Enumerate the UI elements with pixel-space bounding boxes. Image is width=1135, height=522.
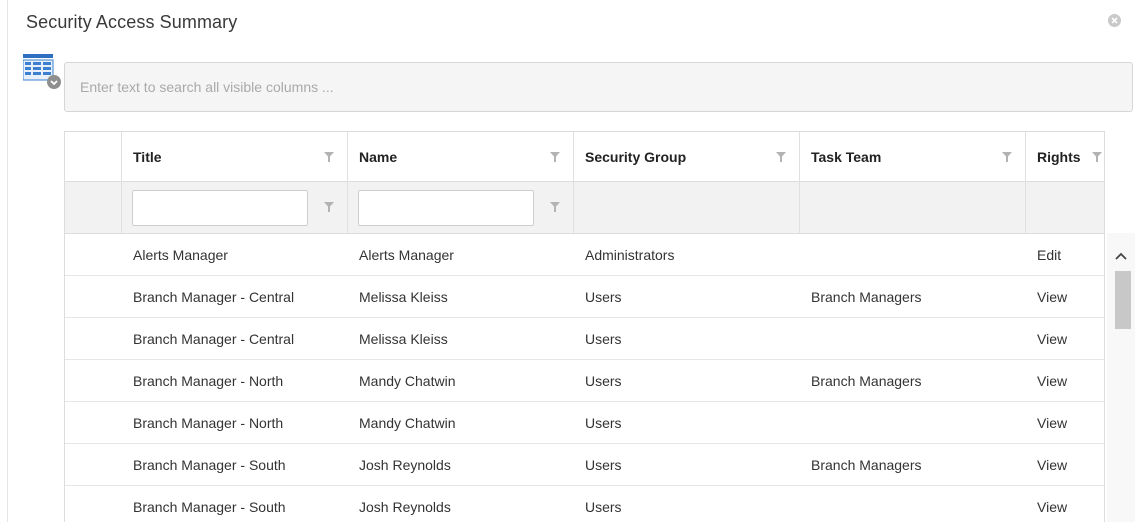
cell-task-team <box>800 234 1026 275</box>
cell-title: Branch Manager - South <box>133 498 286 515</box>
column-header-label: Name <box>359 148 398 165</box>
filter-icon[interactable] <box>1092 152 1102 162</box>
table-row[interactable]: Branch Manager - South Josh Reynolds Use… <box>65 486 1104 522</box>
cell-name: Josh Reynolds <box>359 456 451 473</box>
row-selector <box>65 360 122 401</box>
filter-icon[interactable] <box>324 202 334 212</box>
name-filter-input[interactable] <box>358 190 534 226</box>
column-header-title[interactable]: Title <box>122 132 348 181</box>
scrollbar-thumb[interactable] <box>1115 271 1131 329</box>
cell-rights: View <box>1037 372 1068 389</box>
cell-task-team: Branch Managers <box>811 372 922 389</box>
column-header-label: Task Team <box>811 148 882 165</box>
column-header-label: Title <box>133 148 162 165</box>
column-header-security-group[interactable]: Security Group <box>574 132 800 181</box>
filter-cell-name <box>348 182 574 233</box>
cell-security-group: Users <box>585 498 622 515</box>
column-header-label: Rights <box>1037 148 1081 165</box>
cell-rights: Edit <box>1037 246 1062 263</box>
dialog-title: Security Access Summary <box>26 12 238 32</box>
filter-icon[interactable] <box>776 152 786 162</box>
title-filter-input[interactable] <box>132 190 308 226</box>
column-header-task-team[interactable]: Task Team <box>800 132 1026 181</box>
cell-rights: View <box>1037 456 1068 473</box>
cell-name: Josh Reynolds <box>359 498 451 515</box>
table-row[interactable]: Branch Manager - North Mandy Chatwin Use… <box>65 402 1104 444</box>
cell-title: Branch Manager - Central <box>133 330 295 347</box>
row-selector <box>65 276 122 317</box>
table-row[interactable]: Alerts Manager Alerts Manager Administra… <box>65 234 1104 276</box>
cell-security-group: Administrators <box>585 246 675 263</box>
vertical-scrollbar[interactable] <box>1107 233 1135 522</box>
table-row[interactable]: Branch Manager - South Josh Reynolds Use… <box>65 444 1104 486</box>
cell-title: Branch Manager - North <box>133 372 284 389</box>
search-box[interactable] <box>64 62 1133 112</box>
column-header-rights[interactable]: Rights <box>1026 132 1104 181</box>
filter-icon[interactable] <box>550 152 560 162</box>
search-input[interactable] <box>65 63 1132 111</box>
cell-rights: View <box>1037 330 1068 347</box>
cell-title: Alerts Manager <box>133 246 228 263</box>
cell-name: Melissa Kleiss <box>359 330 448 347</box>
cell-rights: View <box>1037 288 1068 305</box>
cell-name: Mandy Chatwin <box>359 372 456 389</box>
cell-rights: View <box>1037 498 1068 515</box>
cell-task-team <box>800 402 1026 443</box>
table-row[interactable]: Branch Manager - North Mandy Chatwin Use… <box>65 360 1104 402</box>
filter-cell-title <box>122 182 348 233</box>
cell-security-group: Users <box>585 456 622 473</box>
cell-title: Branch Manager - North <box>133 414 284 431</box>
header-row: Title Name Security Group Task Team Righ… <box>65 132 1104 182</box>
cell-security-group: Users <box>585 414 622 431</box>
cell-name: Mandy Chatwin <box>359 414 456 431</box>
filter-icon[interactable] <box>550 202 560 212</box>
row-selector <box>65 486 122 522</box>
cell-title: Branch Manager - South <box>133 456 286 473</box>
filter-cell-empty <box>65 182 122 233</box>
column-header-name[interactable]: Name <box>348 132 574 181</box>
table-row[interactable]: Branch Manager - Central Melissa Kleiss … <box>65 276 1104 318</box>
grid-menu-icon <box>22 54 61 89</box>
close-button[interactable] <box>1108 14 1121 27</box>
cell-task-team <box>800 318 1026 359</box>
close-icon <box>1111 17 1118 24</box>
header-selector <box>65 132 122 181</box>
cell-security-group: Users <box>585 288 622 305</box>
row-selector <box>65 234 122 275</box>
chevron-up-icon <box>1115 252 1127 260</box>
filter-cell-empty <box>800 182 1026 233</box>
table-row[interactable]: Branch Manager - Central Melissa Kleiss … <box>65 318 1104 360</box>
cell-task-team: Branch Managers <box>811 456 922 473</box>
row-selector <box>65 402 122 443</box>
row-selector <box>65 444 122 485</box>
cell-name: Melissa Kleiss <box>359 288 448 305</box>
filter-cell-empty <box>574 182 800 233</box>
grid-menu-button[interactable] <box>22 54 63 90</box>
filter-icon[interactable] <box>324 152 334 162</box>
cell-name: Alerts Manager <box>359 246 454 263</box>
filter-icon[interactable] <box>1002 152 1012 162</box>
left-border <box>7 0 8 522</box>
filter-cell-empty <box>1026 182 1104 233</box>
cell-security-group: Users <box>585 330 622 347</box>
cell-rights: View <box>1037 414 1068 431</box>
cell-task-team <box>800 486 1026 522</box>
security-grid: Title Name Security Group Task Team Righ… <box>64 131 1105 522</box>
cell-title: Branch Manager - Central <box>133 288 295 305</box>
scroll-up-button[interactable] <box>1107 241 1135 271</box>
filter-row <box>65 182 1104 234</box>
column-header-label: Security Group <box>585 148 687 165</box>
cell-security-group: Users <box>585 372 622 389</box>
cell-task-team: Branch Managers <box>811 288 922 305</box>
row-selector <box>65 318 122 359</box>
